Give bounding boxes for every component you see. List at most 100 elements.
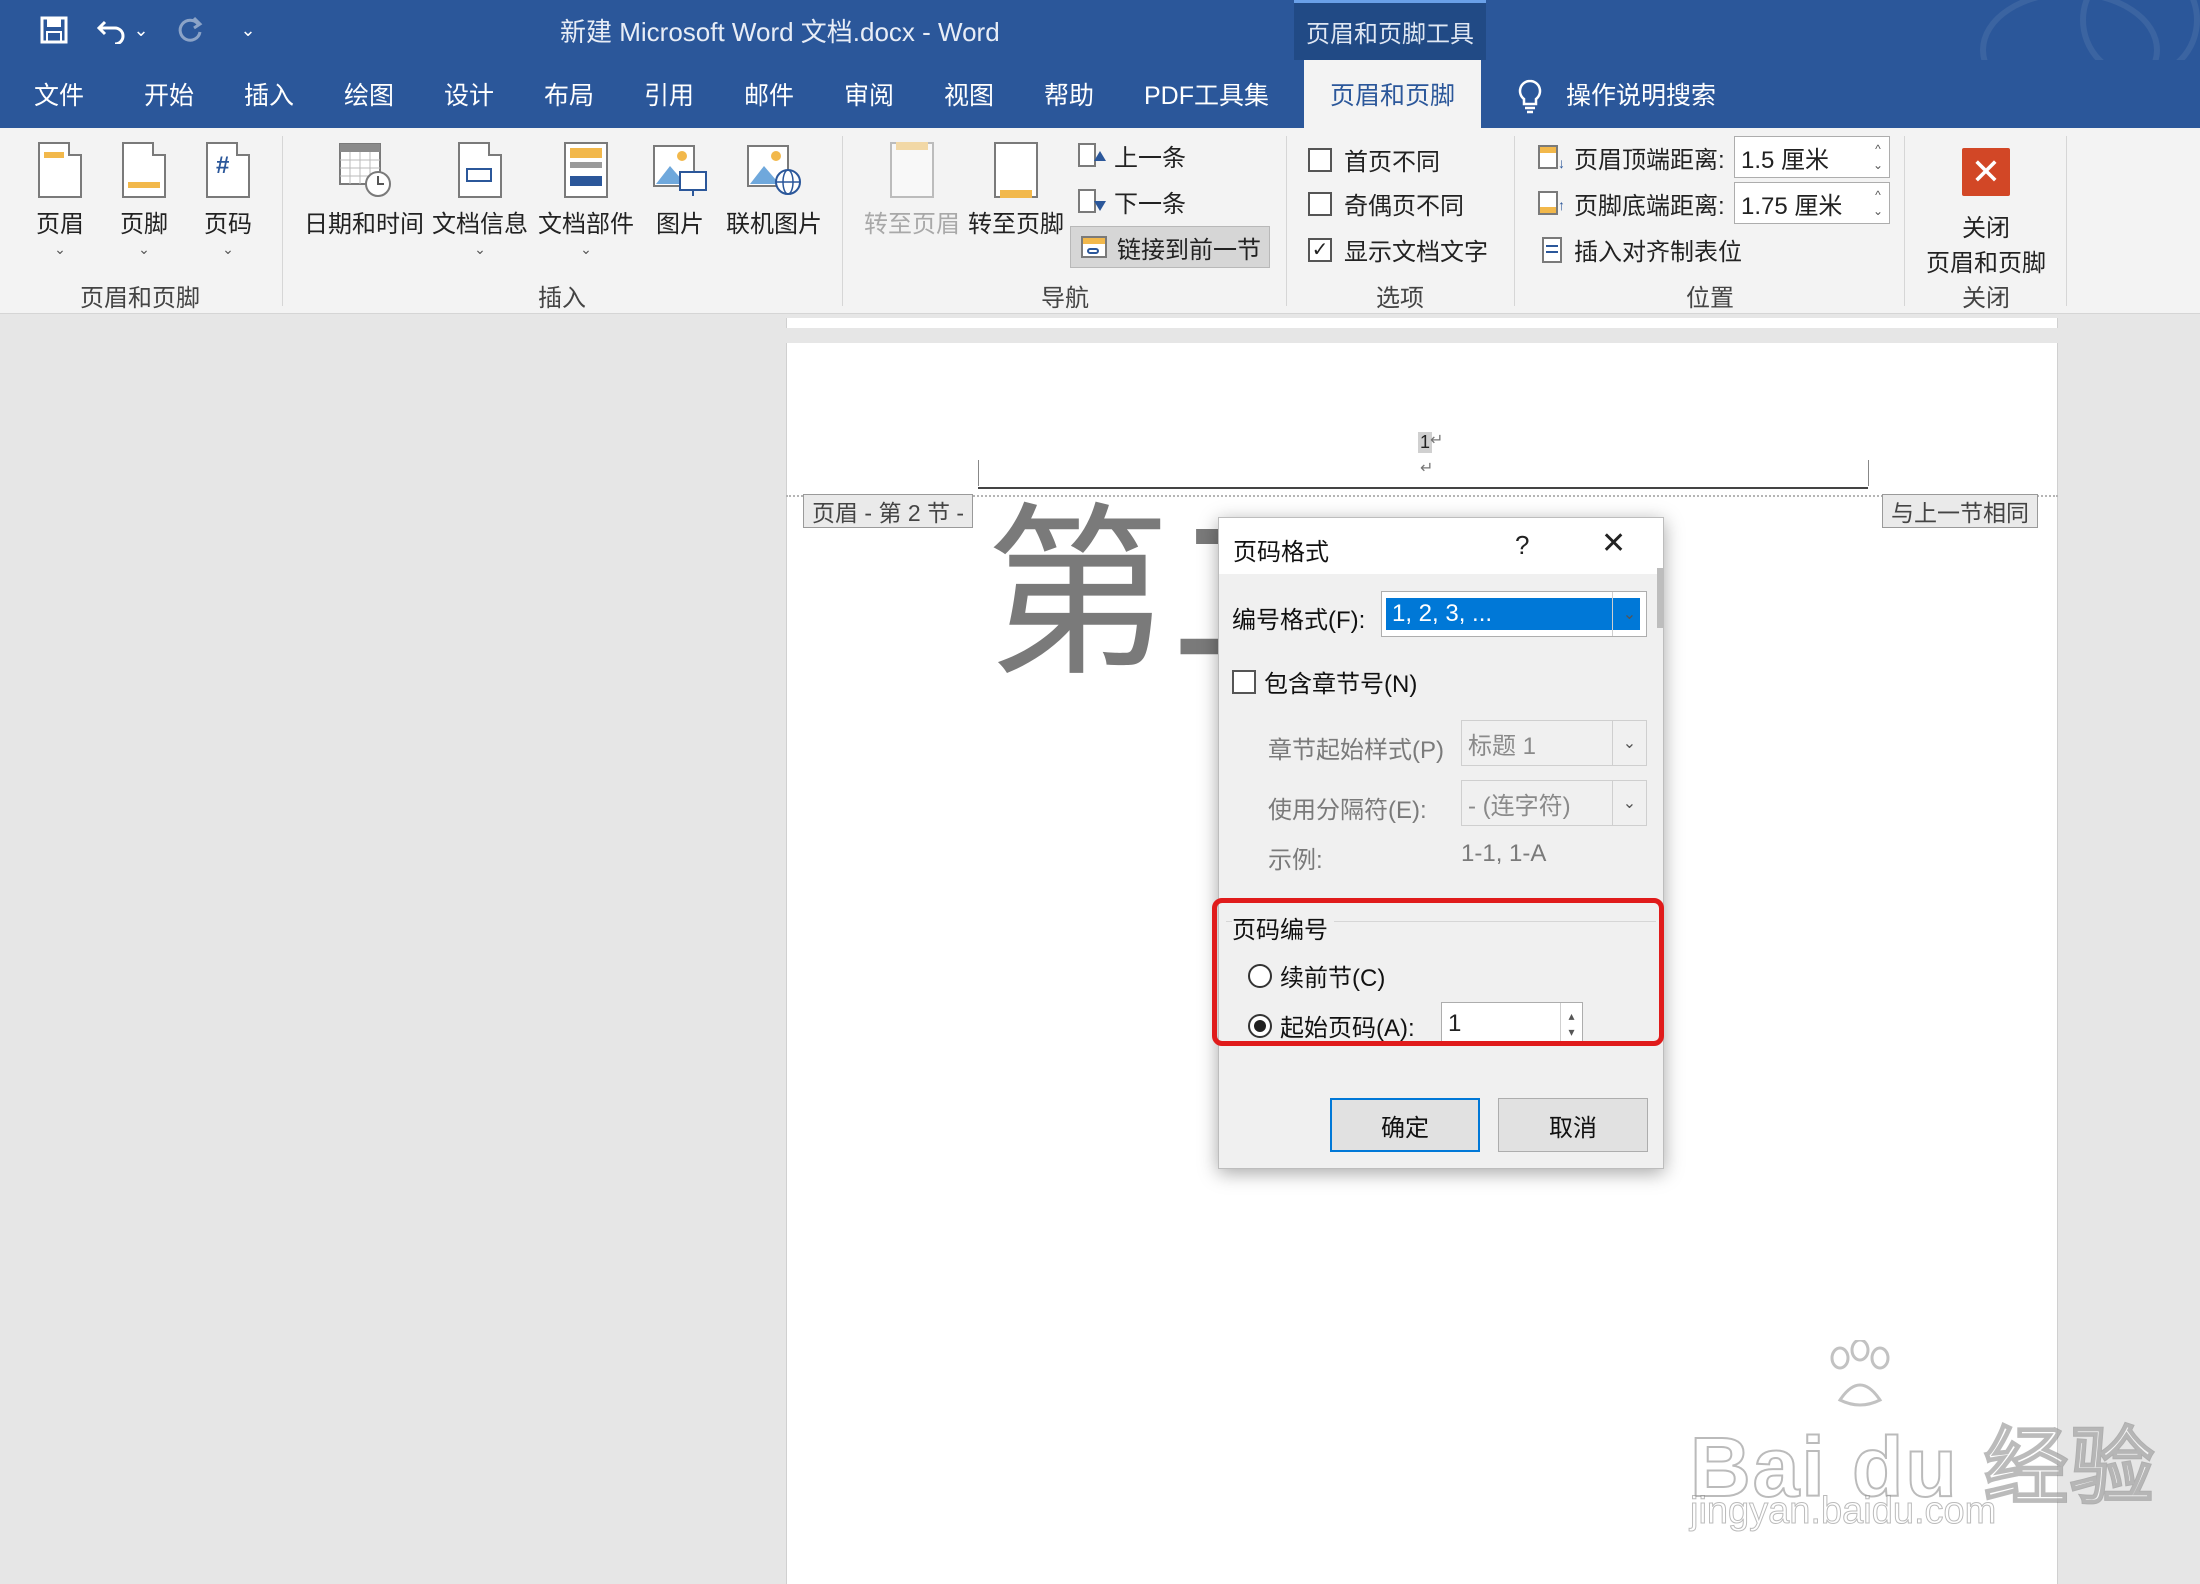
group-separator bbox=[1904, 136, 1905, 306]
different-first-page-option[interactable]: 首页不同 bbox=[1308, 142, 1440, 177]
chapter-style-label: 章节起始样式(P) bbox=[1268, 737, 1444, 764]
tab-design[interactable]: 设计 bbox=[444, 60, 494, 128]
help-icon[interactable]: ? bbox=[1515, 530, 1529, 561]
header-icon bbox=[30, 138, 90, 200]
different-odd-even-checkbox[interactable] bbox=[1308, 191, 1332, 216]
quick-parts-button-label: 文档部件 bbox=[538, 211, 634, 238]
different-first-page-label: 首页不同 bbox=[1344, 149, 1440, 176]
footer-button-label: 页脚 bbox=[120, 211, 168, 238]
save-icon[interactable] bbox=[36, 12, 72, 48]
tab-header-footer[interactable]: 页眉和页脚 bbox=[1304, 60, 1482, 128]
same-as-previous-tag: 与上一节相同 bbox=[1882, 494, 2038, 528]
context-tab-group-title: 页眉和页脚工具 bbox=[1294, 0, 1486, 60]
footer-from-bottom-value: 1.75 厘米 bbox=[1741, 192, 1843, 220]
insert-alignment-tab-button[interactable]: 插入对齐制表位 bbox=[1536, 232, 1742, 267]
tab-file[interactable]: 文件 bbox=[34, 60, 84, 128]
show-document-text-checkbox[interactable]: ✓ bbox=[1308, 237, 1332, 262]
tab-pdf-tools[interactable]: PDF工具集 bbox=[1144, 60, 1269, 128]
footer-button[interactable]: 页脚 ⌄ bbox=[114, 138, 174, 258]
include-chapter-option[interactable]: 包含章节号(N) bbox=[1232, 664, 1417, 699]
highlight-annotation bbox=[1212, 898, 1664, 1046]
undo-icon[interactable] bbox=[94, 12, 130, 48]
group-separator bbox=[1514, 136, 1515, 306]
number-format-select[interactable]: 1, 2, 3, ... ⌄ bbox=[1381, 591, 1647, 637]
number-format-value: 1, 2, 3, ... bbox=[1386, 598, 1640, 630]
go-to-footer-button-label: 转至页脚 bbox=[968, 211, 1064, 238]
document-info-icon bbox=[450, 138, 510, 200]
paragraph-mark-icon: ↵ bbox=[1420, 460, 1434, 477]
close-line1-label: 关闭 bbox=[1962, 215, 2010, 242]
tab-draw[interactable]: 绘图 bbox=[344, 60, 394, 128]
link-to-previous-button[interactable]: 链接到前一节 bbox=[1070, 226, 1270, 268]
footer-from-bottom: ↑ 页脚底端距离: bbox=[1536, 186, 1725, 221]
dialog-resize-edge bbox=[1657, 568, 1663, 628]
tab-insert[interactable]: 插入 bbox=[244, 60, 294, 128]
tab-mailings[interactable]: 邮件 bbox=[744, 60, 794, 128]
header-button[interactable]: 页眉 ⌄ bbox=[30, 138, 90, 258]
group-label-close: 关闭 bbox=[1962, 285, 2010, 312]
header-button-label: 页眉 bbox=[36, 211, 84, 238]
cancel-button[interactable]: 取消 bbox=[1498, 1098, 1648, 1152]
chevron-down-icon[interactable]: ⌄ bbox=[1612, 592, 1646, 636]
group-separator bbox=[1286, 136, 1287, 306]
previous-section-icon bbox=[1076, 141, 1106, 171]
chapter-style-value: 标题 1 bbox=[1468, 732, 1537, 760]
header-margin-corner bbox=[1868, 460, 1869, 486]
footer-position-icon: ↑ bbox=[1536, 189, 1566, 219]
previous-button[interactable]: 上一条 bbox=[1076, 138, 1186, 173]
link-icon bbox=[1079, 232, 1109, 262]
chevron-down-icon: ⌄ bbox=[580, 241, 592, 257]
tab-home[interactable]: 开始 bbox=[144, 60, 194, 128]
date-time-button[interactable]: 日期和时间 bbox=[304, 138, 424, 239]
example-value: 1-1, 1-A bbox=[1461, 840, 1547, 867]
go-to-header-button-label: 转至页眉 bbox=[864, 211, 960, 238]
go-to-footer-button[interactable]: 转至页脚 bbox=[968, 138, 1064, 239]
online-picture-icon bbox=[744, 138, 804, 200]
close-line2-label: 页眉和页脚 bbox=[1926, 250, 2046, 277]
quick-parts-button[interactable]: 文档部件 ⌄ bbox=[538, 138, 634, 258]
tab-review[interactable]: 审阅 bbox=[844, 60, 894, 128]
close-icon[interactable]: ✕ bbox=[1601, 526, 1626, 561]
tab-help[interactable]: 帮助 bbox=[1044, 60, 1094, 128]
group-label-position: 位置 bbox=[1686, 285, 1734, 312]
alignment-tab-icon bbox=[1536, 235, 1566, 265]
include-chapter-checkbox[interactable] bbox=[1232, 669, 1256, 694]
tab-layout[interactable]: 布局 bbox=[544, 60, 594, 128]
pictures-button[interactable]: 图片 bbox=[650, 138, 710, 239]
link-to-previous-label: 链接到前一节 bbox=[1117, 236, 1261, 264]
header-from-top-input[interactable]: 1.5 厘米 ^ ⌄ bbox=[1734, 136, 1890, 178]
ok-button[interactable]: 确定 bbox=[1330, 1098, 1480, 1152]
page-number-button[interactable]: # 页码 ⌄ bbox=[198, 138, 258, 258]
next-button[interactable]: 下一条 bbox=[1076, 184, 1186, 219]
document-info-button[interactable]: 文档信息 ⌄ bbox=[432, 138, 528, 258]
different-odd-even-option[interactable]: 奇偶页不同 bbox=[1308, 186, 1464, 221]
redo-icon bbox=[172, 12, 208, 48]
ribbon-tabs: 文件 开始 插入 绘图 设计 布局 引用 邮件 审阅 视图 帮助 PDF工具集 … bbox=[0, 60, 2200, 128]
baidu-watermark: Bai du 经验 jingyan.baidu.com bbox=[1689, 1340, 2155, 1540]
group-separator bbox=[2066, 136, 2067, 306]
tab-view[interactable]: 视图 bbox=[944, 60, 994, 128]
different-first-page-checkbox[interactable] bbox=[1308, 147, 1332, 172]
online-pictures-button[interactable]: 联机图片 bbox=[726, 138, 822, 239]
chevron-down-icon: ⌄ bbox=[1612, 721, 1646, 765]
header-from-top: ↓ 页眉顶端距离: bbox=[1536, 140, 1725, 175]
close-header-footer-button[interactable]: ✕ 关闭 页眉和页脚 bbox=[1920, 146, 2052, 278]
lightbulb-icon bbox=[1518, 79, 1542, 114]
undo-dropdown-icon[interactable]: ⌄ bbox=[132, 12, 150, 48]
show-document-text-option[interactable]: ✓ 显示文档文字 bbox=[1308, 232, 1488, 267]
spinner-arrows-icon[interactable]: ^ ⌄ bbox=[1867, 183, 1889, 223]
header-margin-corner bbox=[978, 460, 979, 486]
tab-references[interactable]: 引用 bbox=[644, 60, 694, 128]
customize-toolbar-icon[interactable]: ⌄ bbox=[236, 12, 260, 48]
pictures-button-label: 图片 bbox=[656, 211, 704, 238]
page-number-icon: # bbox=[198, 138, 258, 200]
tell-me-search[interactable]: 操作说明搜索 bbox=[1566, 60, 1716, 128]
chevron-down-icon: ⌄ bbox=[54, 241, 66, 257]
separator-select: - (连字符) ⌄ bbox=[1461, 780, 1647, 826]
header-boundary bbox=[786, 495, 2058, 497]
previous-page-edge bbox=[786, 318, 2058, 328]
spinner-arrows-icon[interactable]: ^ ⌄ bbox=[1867, 137, 1889, 177]
header-section-tag: 页眉 - 第 2 节 - bbox=[803, 494, 974, 528]
footer-from-bottom-input[interactable]: 1.75 厘米 ^ ⌄ bbox=[1734, 182, 1890, 224]
header-from-top-label: 页眉顶端距离: bbox=[1574, 147, 1725, 174]
